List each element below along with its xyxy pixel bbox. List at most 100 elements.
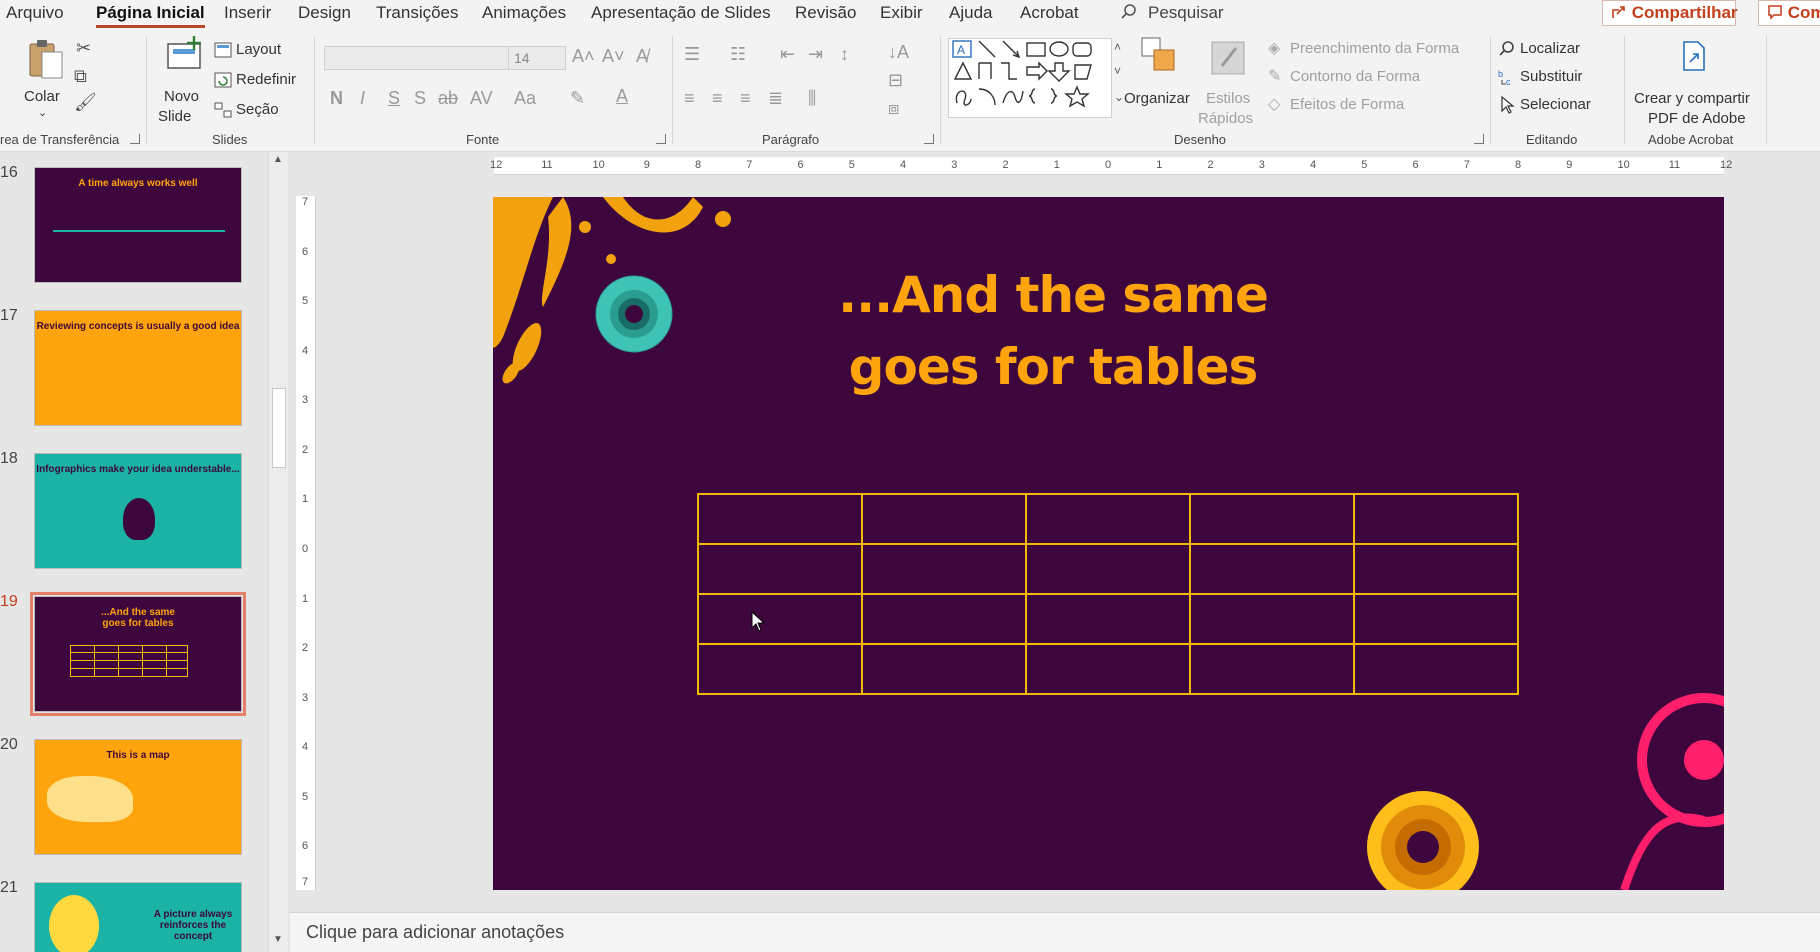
table-cell[interactable] <box>1353 543 1519 595</box>
table-cell[interactable] <box>1353 643 1519 695</box>
table-cell[interactable] <box>697 643 863 695</box>
align-left-icon[interactable]: ≡ <box>684 88 695 109</box>
slide-canvas[interactable]: ...And the same goes for tables <box>493 197 1724 890</box>
align-center-icon[interactable]: ≡ <box>712 88 723 109</box>
slide-thumbnail-16[interactable]: A time always works well <box>34 167 242 283</box>
gallery-scroll-up-icon[interactable]: ˄ <box>1114 40 1121 54</box>
align-right-icon[interactable]: ≡ <box>740 88 751 109</box>
table-cell[interactable] <box>697 593 863 645</box>
decrease-indent-icon[interactable]: ⇤ <box>780 44 795 65</box>
table-cell[interactable] <box>861 643 1027 695</box>
share-button[interactable]: Compartilhar <box>1602 0 1738 26</box>
clipboard-launcher-icon[interactable] <box>130 134 140 144</box>
align-text-icon[interactable]: ⊟ <box>888 70 903 91</box>
table-cell[interactable] <box>1025 593 1191 645</box>
table-cell[interactable] <box>1189 643 1355 695</box>
clear-format-icon[interactable]: A̸ <box>636 46 648 67</box>
highlight-icon[interactable]: ✎ <box>570 88 585 109</box>
thumbnail-scrollbar[interactable]: ▲ ▼ <box>268 152 288 952</box>
gallery-scroll-down-icon[interactable]: ˅ <box>1114 64 1121 78</box>
grow-font-icon[interactable]: A˄ <box>572 46 595 67</box>
tab-transicoes[interactable]: Transições <box>376 3 459 23</box>
shape-outline-label[interactable]: Contorno da Forma <box>1290 68 1420 85</box>
font-size-dropdown[interactable]: 14 <box>508 46 566 70</box>
table-cell[interactable] <box>697 493 863 545</box>
slide-table[interactable] <box>697 493 1519 695</box>
create-share-pdf-button[interactable]: Crear y compartir PDF de Adobe <box>1630 36 1758 128</box>
underline-icon[interactable]: S <box>388 88 400 109</box>
table-cell[interactable] <box>861 543 1027 595</box>
paragraph-launcher-icon[interactable] <box>924 134 934 144</box>
change-case-icon[interactable]: Aa <box>514 88 536 109</box>
table-cell[interactable] <box>1353 593 1519 645</box>
section-button[interactable]: Seção <box>214 100 294 122</box>
tab-arquivo[interactable]: Arquivo <box>6 3 64 23</box>
table-cell[interactable] <box>1353 493 1519 545</box>
char-spacing-icon[interactable]: AV <box>470 88 493 109</box>
font-launcher-icon[interactable] <box>656 134 666 144</box>
cut-icon[interactable]: ✂ <box>76 38 91 59</box>
increase-indent-icon[interactable]: ⇥ <box>808 44 823 65</box>
slide-thumbnail-19[interactable]: ...And the same goes for tables <box>30 592 246 716</box>
tab-revisao[interactable]: Revisão <box>795 3 856 23</box>
line-spacing-icon[interactable]: ↕ <box>840 44 849 65</box>
tab-ajuda[interactable]: Ajuda <box>949 3 992 23</box>
scrollbar-thumb[interactable] <box>272 388 286 468</box>
table-cell[interactable] <box>861 593 1027 645</box>
table-cell[interactable] <box>861 493 1027 545</box>
slide-thumbnail-18[interactable]: Infographics make your idea understable.… <box>34 453 242 569</box>
drawing-launcher-icon[interactable] <box>1474 134 1484 144</box>
bold-icon[interactable]: N <box>330 88 343 109</box>
scroll-up-icon[interactable]: ▲ <box>273 154 283 165</box>
copy-icon[interactable]: ⧉ <box>74 66 87 87</box>
quick-styles-button[interactable]: Estilos Rápidos <box>1196 36 1262 127</box>
table-cell[interactable] <box>1189 493 1355 545</box>
justify-icon[interactable]: ≣ <box>768 88 783 109</box>
table-cell[interactable] <box>697 543 863 595</box>
comments-button[interactable]: Com <box>1758 0 1820 26</box>
reset-button[interactable]: Redefinir <box>214 70 304 92</box>
shrink-font-icon[interactable]: A˅ <box>602 46 625 67</box>
gallery-more-icon[interactable]: ⌄ <box>1114 90 1124 104</box>
slide-thumbnail-21[interactable]: A picture always reinforces the concept <box>34 882 242 952</box>
layout-button[interactable]: Layout <box>214 40 294 62</box>
table-cell[interactable] <box>1189 593 1355 645</box>
shapes-gallery[interactable]: A <box>948 38 1112 118</box>
text-direction-icon[interactable]: ↓A <box>888 42 909 63</box>
tab-design[interactable]: Design <box>298 3 351 23</box>
italic-icon[interactable]: I <box>360 88 365 109</box>
tab-inserir[interactable]: Inserir <box>224 3 271 23</box>
table-cell[interactable] <box>1025 543 1191 595</box>
shape-fill-label[interactable]: Preenchimento da Forma <box>1290 40 1459 57</box>
paste-button[interactable]: Colar ⌄ <box>20 36 70 120</box>
format-painter-icon[interactable]: 🖌 <box>74 92 97 113</box>
shape-effects-label[interactable]: Efeitos de Forma <box>1290 96 1404 113</box>
shadow-icon[interactable]: S <box>414 88 426 109</box>
smartart-icon[interactable]: ⧈ <box>888 98 899 119</box>
tab-acrobat[interactable]: Acrobat <box>1020 3 1079 23</box>
font-name-dropdown[interactable] <box>324 46 510 70</box>
strikethrough-icon[interactable]: ab <box>438 88 458 109</box>
numbering-icon[interactable]: ☷ <box>730 44 746 65</box>
slide-thumbnail-17[interactable]: Reviewing concepts is usually a good ide… <box>34 310 242 426</box>
arrange-button[interactable]: Organizar <box>1124 36 1198 126</box>
new-slide-button[interactable]: Novo Slide <box>158 34 212 126</box>
bullets-icon[interactable]: ☰ <box>684 44 700 65</box>
tab-pagina-inicial[interactable]: Página Inicial <box>96 3 205 28</box>
table-cell[interactable] <box>1025 493 1191 545</box>
columns-icon[interactable]: ⫼ <box>808 88 816 109</box>
shape-effects-icon[interactable]: ◇ <box>1268 94 1280 114</box>
table-cell[interactable] <box>1025 643 1191 695</box>
shape-outline-icon[interactable]: ✎ <box>1268 66 1281 86</box>
search-box[interactable]: Pesquisar <box>1120 3 1224 23</box>
tab-animacoes[interactable]: Animações <box>482 3 566 23</box>
find-button[interactable]: Localizar <box>1498 38 1598 60</box>
select-button[interactable]: Selecionar <box>1498 94 1608 116</box>
tab-exibir[interactable]: Exibir <box>880 3 923 23</box>
replace-button[interactable]: bc Substituir <box>1498 66 1608 88</box>
font-color-icon[interactable]: A <box>616 86 628 107</box>
slide-title[interactable]: ...And the same goes for tables <box>823 259 1283 403</box>
shape-fill-icon[interactable]: ◈ <box>1268 38 1280 58</box>
table-cell[interactable] <box>1189 543 1355 595</box>
tab-apresentacao[interactable]: Apresentação de Slides <box>591 3 771 23</box>
